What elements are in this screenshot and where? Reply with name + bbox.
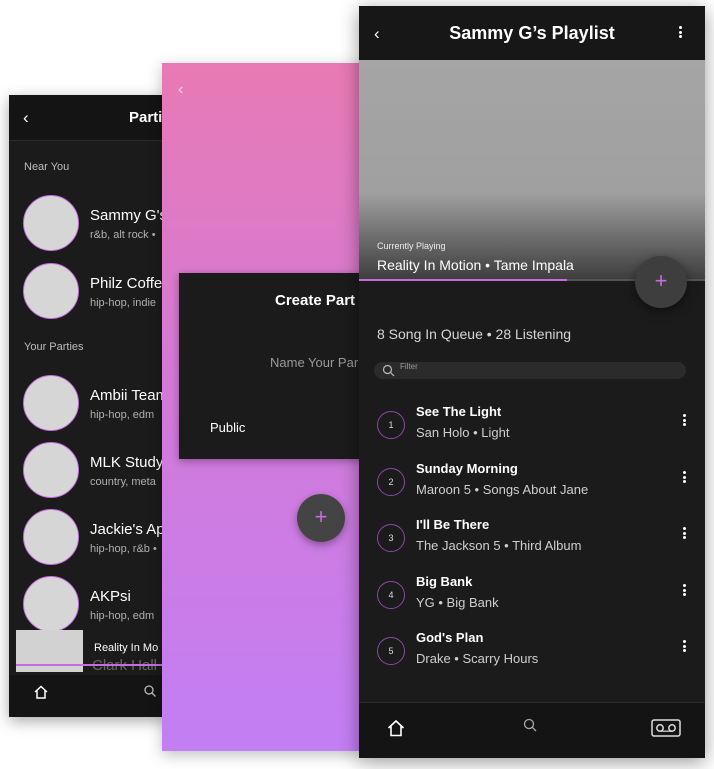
bottom-nav	[9, 675, 169, 717]
song-row[interactable]: 5 God's Plan Drake • Scarry Hours	[359, 630, 705, 678]
add-button[interactable]: +	[297, 494, 345, 542]
add-song-button[interactable]: +	[635, 256, 687, 308]
now-playing-artwork: Currently Playing Reality In Motion • Ta…	[359, 60, 705, 281]
create-party-card: Create Part Name Your Par Public	[179, 273, 362, 459]
song-number: 5	[377, 637, 405, 665]
party-tags: hip-hop, edm	[90, 409, 155, 421]
filter-input[interactable]: Filter	[374, 362, 686, 379]
party-name: Philz Coffee	[90, 275, 169, 292]
song-subtitle: San Holo • Light	[416, 425, 510, 440]
song-title: Sunday Morning	[416, 461, 518, 476]
page-title: Sammy G’s Playlist	[449, 23, 615, 43]
back-button[interactable]: ‹	[23, 108, 29, 128]
song-options-icon[interactable]	[683, 471, 686, 483]
create-party-screen: ‹ Create Part Name Your Par Public +	[162, 63, 362, 751]
song-number: 4	[377, 581, 405, 609]
party-name: Jackie's Ap	[90, 521, 165, 538]
song-title: Big Bank	[416, 574, 473, 589]
party-avatar	[23, 195, 79, 251]
song-subtitle: Maroon 5 • Songs About Jane	[416, 482, 589, 497]
party-row[interactable]: Ambii Team hip-hop, edm	[23, 375, 169, 433]
playlist-top-bar: ‹ Sammy G’s Playlist	[359, 6, 705, 60]
party-avatar	[23, 442, 79, 498]
currently-playing-label: Currently Playing	[377, 241, 446, 251]
mini-player-title: Reality In Mo	[94, 642, 159, 654]
song-subtitle: YG • Big Bank	[416, 595, 499, 610]
song-title: See The Light	[416, 404, 502, 419]
public-toggle-label[interactable]: Public	[210, 420, 245, 435]
song-options-icon[interactable]	[683, 527, 686, 539]
search-icon	[382, 364, 395, 382]
song-row[interactable]: 1 See The Light San Holo • Light	[359, 404, 705, 452]
song-row[interactable]: 4 Big Bank YG • Big Bank	[359, 574, 705, 622]
party-tags: hip-hop, r&b •	[90, 543, 157, 555]
search-icon[interactable]	[522, 717, 538, 738]
party-row[interactable]: Jackie's Ap hip-hop, r&b •	[23, 509, 169, 567]
song-title: I'll Be There	[416, 517, 490, 532]
parties-screen: ‹ Parties Near You Sammy G's r&b, alt ro…	[9, 95, 169, 717]
song-subtitle: Drake • Scarry Hours	[416, 651, 539, 666]
queue-info: 8 Song In Queue • 28 Listening	[377, 326, 572, 342]
song-options-icon[interactable]	[683, 414, 686, 426]
your-parties-label: Your Parties	[24, 341, 84, 353]
party-avatar	[23, 375, 79, 431]
song-row[interactable]: 3 I'll Be There The Jackson 5 • Third Al…	[359, 517, 705, 565]
back-button[interactable]: ‹	[178, 81, 183, 99]
party-row[interactable]: AKPsi hip-hop, edm	[23, 576, 169, 634]
party-tags: country, meta	[90, 476, 156, 488]
song-title: God's Plan	[416, 630, 484, 645]
party-avatar	[23, 509, 79, 565]
party-name: AKPsi	[90, 588, 131, 605]
near-you-label: Near You	[24, 161, 70, 173]
home-icon[interactable]	[33, 684, 49, 705]
song-number: 2	[377, 468, 405, 496]
party-name: Ambii Team	[90, 387, 169, 404]
party-name: Sammy G's	[90, 207, 168, 224]
card-title: Create Part	[275, 292, 356, 309]
party-tags: hip-hop, indie	[90, 297, 157, 309]
mini-player-progress	[16, 664, 169, 666]
filter-placeholder: Filter	[400, 362, 418, 371]
song-row[interactable]: 2 Sunday Morning Maroon 5 • Songs About …	[359, 461, 705, 509]
cassette-icon[interactable]	[651, 719, 681, 742]
party-name: MLK Study	[90, 454, 164, 471]
more-options-icon[interactable]	[679, 26, 682, 38]
now-playing-track: Reality In Motion • Tame Impala	[377, 257, 574, 273]
party-avatar	[23, 576, 79, 632]
song-options-icon[interactable]	[683, 584, 686, 596]
mini-player[interactable]: Reality In Mo	[9, 630, 169, 675]
party-row[interactable]: Philz Coffee hip-hop, indie	[23, 263, 169, 321]
parties-top-bar: ‹ Parties	[9, 95, 169, 141]
party-row[interactable]: Sammy G's r&b, alt rock •	[23, 195, 169, 253]
party-avatar	[23, 263, 79, 319]
party-name-field[interactable]: Name Your Par	[270, 355, 358, 370]
bottom-nav	[359, 702, 705, 758]
song-number: 1	[377, 411, 405, 439]
party-tags: hip-hop, edm	[90, 610, 155, 622]
home-icon[interactable]	[386, 718, 406, 743]
song-subtitle: The Jackson 5 • Third Album	[416, 538, 582, 553]
party-row[interactable]: MLK Study country, meta	[23, 442, 169, 500]
song-number: 3	[377, 524, 405, 552]
search-icon[interactable]	[143, 684, 157, 703]
party-tags: r&b, alt rock •	[90, 229, 156, 241]
song-options-icon[interactable]	[683, 640, 686, 652]
playback-progress-fill	[359, 279, 567, 281]
playlist-screen: ‹ Sammy G’s Playlist Currently Playing R…	[359, 6, 705, 758]
